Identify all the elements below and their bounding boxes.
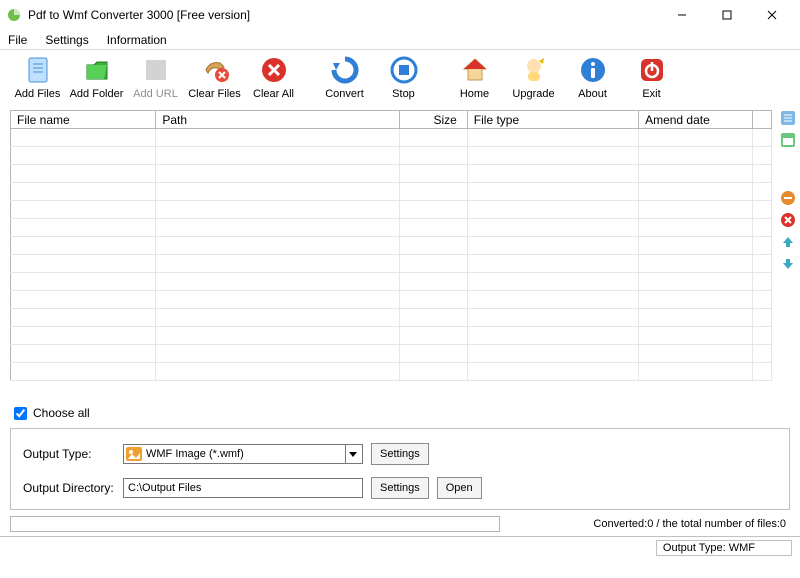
progress-bar xyxy=(10,516,500,532)
menu-bar: File Settings Information xyxy=(0,30,800,50)
convert-icon xyxy=(329,54,361,86)
side-list-icon[interactable] xyxy=(780,110,796,126)
converted-status: Converted:0 / the total number of files:… xyxy=(510,518,790,530)
info-icon xyxy=(577,54,609,86)
menu-information[interactable]: Information xyxy=(107,33,167,47)
upgrade-icon xyxy=(518,54,550,86)
file-table[interactable]: File name Path Size File type Amend date xyxy=(10,110,772,381)
status-bar: Output Type: WMF xyxy=(0,536,800,558)
col-amend[interactable]: Amend date xyxy=(639,111,753,129)
output-dir-open-button[interactable]: Open xyxy=(437,477,482,499)
table-row xyxy=(11,255,772,273)
stop-icon xyxy=(388,54,420,86)
output-type-value: WMF Image (*.wmf) xyxy=(146,448,345,460)
col-spacer xyxy=(753,111,772,129)
output-type-combo[interactable]: WMF Image (*.wmf) xyxy=(123,444,363,464)
folder-plus-icon xyxy=(81,54,113,86)
table-row xyxy=(11,309,772,327)
exit-button[interactable]: Exit xyxy=(624,54,679,100)
url-icon xyxy=(140,54,172,86)
title-bar: Pdf to Wmf Converter 3000 [Free version] xyxy=(0,0,800,30)
output-dir-input[interactable] xyxy=(123,478,363,498)
side-toolbar xyxy=(776,110,800,398)
choose-all-checkbox[interactable] xyxy=(14,407,27,420)
side-delete-icon[interactable] xyxy=(780,212,796,228)
file-plus-icon xyxy=(22,54,54,86)
toolbar: Add Files Add Folder Add URL Clear Files… xyxy=(0,50,800,110)
table-row xyxy=(11,363,772,381)
col-filetype[interactable]: File type xyxy=(467,111,638,129)
add-url-button: Add URL xyxy=(128,54,183,100)
home-icon xyxy=(459,54,491,86)
maximize-button[interactable] xyxy=(704,1,749,29)
chevron-down-icon xyxy=(345,445,360,463)
label: Add URL xyxy=(133,88,178,100)
home-button[interactable]: Home xyxy=(447,54,502,100)
app-icon xyxy=(6,7,22,23)
side-down-icon[interactable] xyxy=(780,256,796,272)
status-output-type: Output Type: WMF xyxy=(656,540,792,556)
output-dir-settings-button[interactable]: Settings xyxy=(371,477,429,499)
output-dir-label: Output Directory: xyxy=(23,481,115,495)
table-row xyxy=(11,183,772,201)
clear-files-button[interactable]: Clear Files xyxy=(187,54,242,100)
upgrade-button[interactable]: Upgrade xyxy=(506,54,561,100)
output-type-settings-button[interactable]: Settings xyxy=(371,443,429,465)
table-row xyxy=(11,345,772,363)
col-path[interactable]: Path xyxy=(156,111,400,129)
side-up-icon[interactable] xyxy=(780,234,796,250)
label: Clear Files xyxy=(188,88,241,100)
menu-file[interactable]: File xyxy=(8,33,27,47)
label: Convert xyxy=(325,88,364,100)
table-row xyxy=(11,201,772,219)
file-table-wrap: File name Path Size File type Amend date xyxy=(0,110,776,398)
table-row xyxy=(11,129,772,147)
close-button[interactable] xyxy=(749,1,794,29)
add-files-button[interactable]: Add Files xyxy=(10,54,65,100)
label: Exit xyxy=(642,88,660,100)
clear-all-icon xyxy=(258,54,290,86)
power-icon xyxy=(636,54,668,86)
output-panel: Output Type: WMF Image (*.wmf) Settings … xyxy=(10,428,790,510)
table-row xyxy=(11,291,772,309)
window-title: Pdf to Wmf Converter 3000 [Free version] xyxy=(28,8,250,22)
table-row xyxy=(11,237,772,255)
label: About xyxy=(578,88,607,100)
about-button[interactable]: About xyxy=(565,54,620,100)
col-size[interactable]: Size xyxy=(400,111,467,129)
add-folder-button[interactable]: Add Folder xyxy=(69,54,124,100)
output-type-label: Output Type: xyxy=(23,447,115,461)
table-row xyxy=(11,165,772,183)
table-row xyxy=(11,327,772,345)
table-row xyxy=(11,273,772,291)
progress-row: Converted:0 / the total number of files:… xyxy=(0,516,800,536)
side-folder-icon[interactable] xyxy=(780,132,796,148)
label: Upgrade xyxy=(512,88,554,100)
label: Home xyxy=(460,88,489,100)
clear-all-button[interactable]: Clear All xyxy=(246,54,301,100)
clear-files-icon xyxy=(199,54,231,86)
label: Clear All xyxy=(253,88,294,100)
table-row xyxy=(11,219,772,237)
table-row xyxy=(11,147,772,165)
label: Add Folder xyxy=(70,88,124,100)
wmf-format-icon xyxy=(126,447,142,461)
col-filename[interactable]: File name xyxy=(11,111,156,129)
choose-all-label: Choose all xyxy=(33,406,90,420)
choose-all-row: Choose all xyxy=(0,398,800,426)
stop-button[interactable]: Stop xyxy=(376,54,431,100)
label: Add Files xyxy=(15,88,61,100)
minimize-button[interactable] xyxy=(659,1,704,29)
convert-button[interactable]: Convert xyxy=(317,54,372,100)
menu-settings[interactable]: Settings xyxy=(45,33,88,47)
label: Stop xyxy=(392,88,415,100)
side-remove-icon[interactable] xyxy=(780,190,796,206)
